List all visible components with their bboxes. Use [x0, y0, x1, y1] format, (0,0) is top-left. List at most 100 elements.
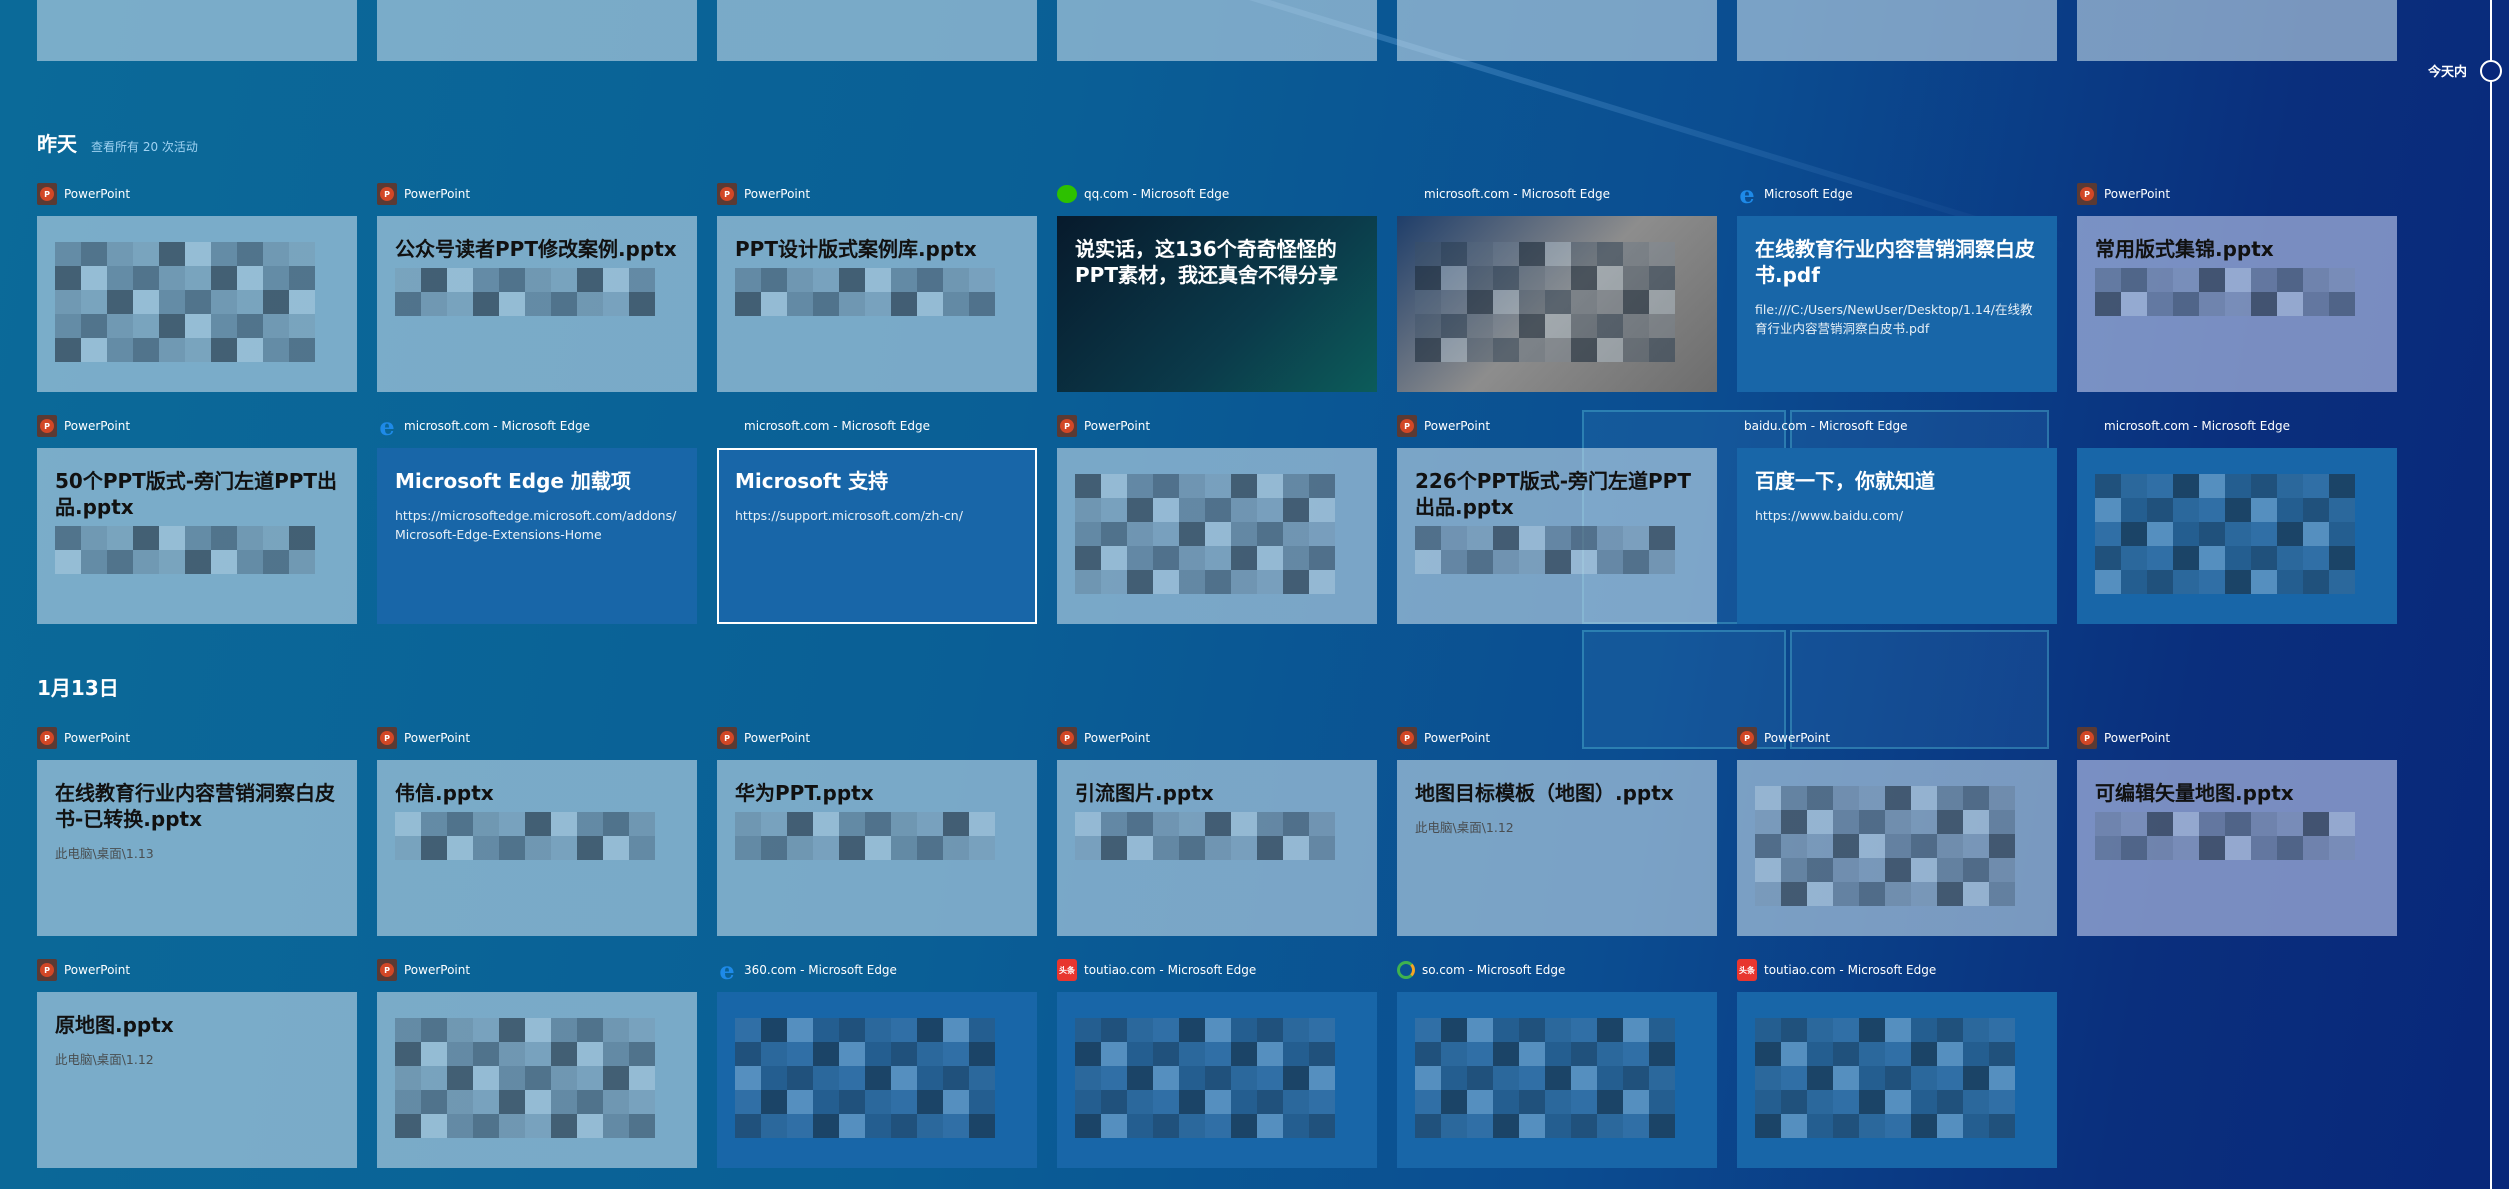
activity-app-header: PPowerPoint [377, 958, 697, 982]
activity-subtitle: file:///C:/Users/NewUser/Desktop/1.14/在线… [1755, 300, 2039, 338]
activity-card[interactable]: 百度一下，你就知道https://www.baidu.com/ [1737, 448, 2057, 624]
activity-card[interactable]: 原地图.pptx此电脑\桌面\1.12 [37, 992, 357, 1168]
activity-card[interactable] [37, 0, 357, 61]
activity-card[interactable]: 在线教育行业内容营销洞察白皮书.pdffile:///C:/Users/NewU… [1737, 216, 2057, 392]
activity-item: P PowerPoint 华为PPT.pptx [717, 726, 1037, 936]
powerpoint-icon: P [1397, 727, 1417, 749]
activity-item: e360.com - Microsoft Edge [717, 958, 1037, 1168]
activity-title: 可编辑矢量地图.pptx [2095, 780, 2379, 806]
activity-card[interactable] [2077, 448, 2397, 624]
powerpoint-icon: P [1057, 727, 1077, 749]
activity-card[interactable] [1057, 448, 1377, 624]
activity-card[interactable]: PPT设计版式案例库.pptx [717, 216, 1037, 392]
activity-app-header: PPowerPoint [37, 958, 357, 982]
activity-card[interactable]: 伟信.pptx [377, 760, 697, 936]
activity-title: 原地图.pptx [55, 1012, 339, 1038]
powerpoint-icon: P [37, 183, 57, 205]
activity-card[interactable] [1737, 992, 2057, 1168]
so-search-icon [1397, 961, 1415, 979]
activity-app-name: PowerPoint [404, 731, 470, 745]
activity-card[interactable]: 引流图片.pptx [1057, 760, 1377, 936]
activity-card[interactable] [1737, 760, 2057, 936]
activity-app-header: PPowerPoint [37, 726, 357, 750]
activity-app-header: microsoft.com - Microsoft Edge [717, 414, 1037, 438]
activity-title: 伟信.pptx [395, 780, 679, 806]
activity-card[interactable] [377, 992, 697, 1168]
section-title: 昨天 [37, 132, 77, 156]
blurred-preview [1415, 1018, 1675, 1138]
activity-item: baidu.com - Microsoft Edge百度一下，你就知道https… [1737, 414, 2057, 624]
activity-card[interactable] [1057, 992, 1377, 1168]
activity-title: Microsoft Edge 加载项 [395, 468, 679, 494]
blurred-preview [1075, 1018, 1335, 1138]
edge-icon: e [1737, 183, 1757, 205]
activity-app-name: microsoft.com - Microsoft Edge [744, 419, 930, 433]
activity-card[interactable] [1737, 0, 2057, 61]
activity-card[interactable]: Microsoft 支持https://support.microsoft.co… [717, 448, 1037, 624]
powerpoint-icon: P [37, 415, 57, 437]
activity-app-header: microsoft.com - Microsoft Edge [2077, 414, 2397, 438]
activity-card[interactable] [37, 216, 357, 392]
powerpoint-icon: P [1737, 727, 1757, 749]
timeline-scrollbar[interactable] [2490, 0, 2492, 1189]
activity-item: PPowerPoint 226个PPT版式-旁门左道PPT出品.pptx [1397, 414, 1717, 624]
activity-app-header: PPowerPoint [2077, 726, 2397, 750]
activity-card[interactable]: 地图目标模板（地图）.pptx此电脑\桌面\1.12 [1397, 760, 1717, 936]
activity-card[interactable]: 在线教育行业内容营销洞察白皮书-已转换.pptx此电脑\桌面\1.13 [37, 760, 357, 936]
activity-item: P PowerPoint 50个PPT版式-旁门左道PPT出品.pptx [37, 414, 357, 624]
activity-item: PPowerPointPPT设计版式案例库.pptx [717, 182, 1037, 392]
activity-item: microsoft.com - Microsoft Edge Microsoft … [717, 414, 1037, 624]
wechat-icon [1057, 185, 1077, 203]
timeline-handle[interactable] [2480, 60, 2502, 82]
activity-card[interactable]: 常用版式集锦.pptx [2077, 216, 2397, 392]
activity-app-name: PowerPoint [404, 187, 470, 201]
activity-app-header: PPowerPoint [377, 182, 697, 206]
activity-card[interactable]: 226个PPT版式-旁门左道PPT出品.pptx [1397, 448, 1717, 624]
activity-card[interactable]: 说实话，这136个奇奇怪怪的PPT素材，我还真舍不得分享 [1057, 216, 1377, 392]
activity-app-name: PowerPoint [404, 963, 470, 977]
activity-app-header: microsoft.com - Microsoft Edge [1397, 182, 1717, 206]
blurred-preview [55, 242, 315, 362]
microsoft-logo-icon [717, 415, 737, 437]
activity-card[interactable] [717, 0, 1037, 61]
activity-subtitle: https://www.baidu.com/ [1755, 506, 2039, 525]
activity-card[interactable] [1397, 992, 1717, 1168]
activity-item: eMicrosoft Edge在线教育行业内容营销洞察白皮书.pdffile:/… [1737, 182, 2057, 392]
activity-app-header: PPowerPoint [1057, 726, 1377, 750]
activity-card[interactable]: 50个PPT版式-旁门左道PPT出品.pptx [37, 448, 357, 624]
activity-card[interactable]: 可编辑矢量地图.pptx [2077, 760, 2397, 936]
activity-app-header: P PowerPoint [717, 726, 1037, 750]
activity-card[interactable] [1397, 0, 1717, 61]
activity-item: PPowerPoint 原地图.pptx此电脑\桌面\1.12 [37, 958, 357, 1168]
activity-app-name: so.com - Microsoft Edge [1422, 963, 1565, 977]
activity-app-header: PPowerPoint [1397, 414, 1717, 438]
powerpoint-icon: P [717, 727, 737, 749]
activity-app-header: P PowerPoint [1737, 726, 2057, 750]
toutiao-icon: 头条 [1057, 959, 1077, 981]
activity-card[interactable]: 华为PPT.pptx [717, 760, 1037, 936]
edge-icon: e [377, 415, 397, 437]
activity-card[interactable] [2077, 0, 2397, 61]
activity-card[interactable]: 公众号读者PPT修改案例.pptx [377, 216, 697, 392]
activity-card[interactable] [1057, 0, 1377, 61]
activity-item: PPowerPoint常用版式集锦.pptx [2077, 182, 2397, 392]
activity-subtitle: 此电脑\桌面\1.12 [1415, 818, 1699, 837]
activity-item: qq.com - Microsoft Edge说实话，这136个奇奇怪怪的PPT… [1057, 182, 1377, 392]
microsoft-logo-icon [2077, 415, 2097, 437]
see-all-activities-link[interactable]: 查看所有 20 次活动 [91, 140, 198, 154]
activity-card[interactable] [377, 0, 697, 61]
activity-app-name: PowerPoint [744, 731, 810, 745]
activity-card[interactable]: Microsoft Edge 加载项https://microsoftedge.… [377, 448, 697, 624]
activity-app-header: 头条toutiao.com - Microsoft Edge [1737, 958, 2057, 982]
blurred-preview [735, 268, 995, 316]
blurred-preview [735, 812, 995, 860]
blurred-preview [1755, 1018, 2015, 1138]
activity-item: PPowerPoint [1057, 414, 1377, 624]
activity-app-name: PowerPoint [1764, 731, 1830, 745]
activity-title: 226个PPT版式-旁门左道PPT出品.pptx [1415, 468, 1699, 520]
activity-card[interactable] [1397, 216, 1717, 392]
activity-app-name: PowerPoint [64, 419, 130, 433]
activity-app-header: so.com - Microsoft Edge [1397, 958, 1717, 982]
activity-app-name: microsoft.com - Microsoft Edge [1424, 187, 1610, 201]
activity-card[interactable] [717, 992, 1037, 1168]
